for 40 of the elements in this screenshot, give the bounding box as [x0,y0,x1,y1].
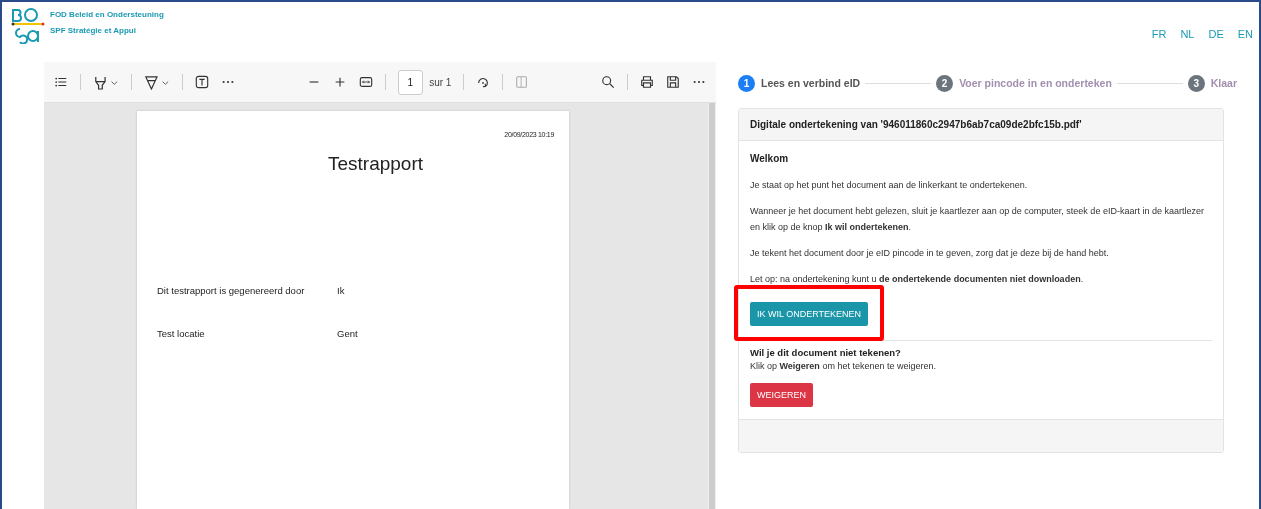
pen-icon[interactable] [144,74,170,90]
print-icon[interactable] [640,75,654,89]
field-label: Test locatie [157,328,206,339]
decline-button[interactable]: WEIGEREN [750,383,813,407]
step-number: 3 [1187,74,1205,92]
language-link[interactable]: NL [1180,28,1195,40]
welcome-heading: Welkom [750,153,789,164]
language-link[interactable]: DE [1208,28,1224,40]
organization-name: SPF Stratégie et Appui [50,26,137,35]
page-total: sur 1 [429,76,452,88]
language-link[interactable]: FR [1151,28,1167,40]
logo-icon [10,8,46,44]
rotate-icon[interactable] [476,75,491,89]
field-value: Gent [337,328,358,339]
field-value: Ik [337,285,345,296]
decline-heading: Wil je dit document niet tekenen? [750,347,901,358]
card-header: Digitale ondertekening van '946011860c2947b6ab7ca09de2bfc15b.pdf' [739,109,1223,141]
save-icon[interactable] [666,75,680,89]
language-link[interactable]: EN [1237,28,1253,40]
instruction-text: Je tekent het document door je eID pincode in te geven, zorg dat je deze bij de hand hebt. [750,247,1109,260]
step-number: 1 [738,74,755,92]
instruction-text: Let op: na ondertekening kunt u de ondertekende documenten niet downloaden. [750,273,1084,286]
instruction-text: Wanneer je het document hebt gelezen, sluit je kaartlezer aan op de computer, steek de eID-kaart in de kaartlezer en klik op de knop Ik wil ondertekenen. [750,205,1205,234]
step-label: Lees en verbind eID [761,77,861,89]
scrollbar[interactable] [708,103,716,509]
list-icon[interactable] [54,75,68,89]
highlighter-icon[interactable] [93,74,119,90]
step-label: Klaar [1210,77,1237,89]
fit-width-icon[interactable] [358,75,373,89]
decline-text: Klik op Weigeren om het tekenen te weigeren. [750,361,936,371]
page-number-field[interactable]: 1 [397,69,424,95]
search-icon[interactable] [601,75,615,89]
step-number: 2 [936,74,954,92]
organization-name: FOD Beleid en Ondersteuning [50,10,164,19]
step-label: Voer pincode in en onderteken [959,77,1112,89]
field-label: Dit testrapport is gegenereerd door [157,285,306,296]
document-title: Testrapport [327,153,423,175]
instruction-text: Je staat op het punt het document aan de linkerkant te ondertekenen. [750,179,1028,192]
sign-button[interactable]: IK WIL ONDERTEKENEN [750,302,869,326]
text-box-icon[interactable] [195,75,209,89]
